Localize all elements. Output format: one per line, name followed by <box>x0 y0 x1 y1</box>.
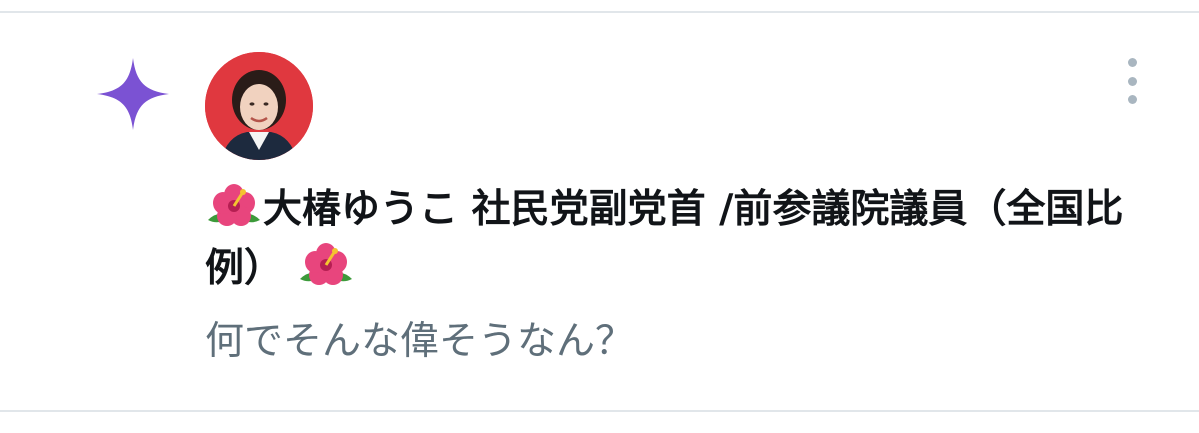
more-options-button[interactable] <box>1118 58 1146 104</box>
notification-card[interactable]: 大椿ゆうこ 社民党副党首 /前参議院議員（全国比例） 何でそんな偉そうなん？ <box>0 0 1199 433</box>
author-name[interactable]: 大椿ゆうこ 社民党副党首 /前参議院議員（全国比例） <box>205 180 1135 298</box>
more-vertical-icon-dot <box>1127 76 1137 86</box>
divider-bottom <box>0 410 1199 412</box>
more-vertical-icon-dot <box>1127 95 1137 104</box>
hibiscus-icon <box>299 243 352 285</box>
message-text: 何でそんな偉そうなん？ <box>205 319 635 364</box>
avatar[interactable] <box>205 52 313 160</box>
more-vertical-icon <box>1127 58 1137 67</box>
hibiscus-icon <box>208 184 260 226</box>
divider-top <box>0 11 1199 13</box>
sparkle-icon <box>97 58 169 130</box>
